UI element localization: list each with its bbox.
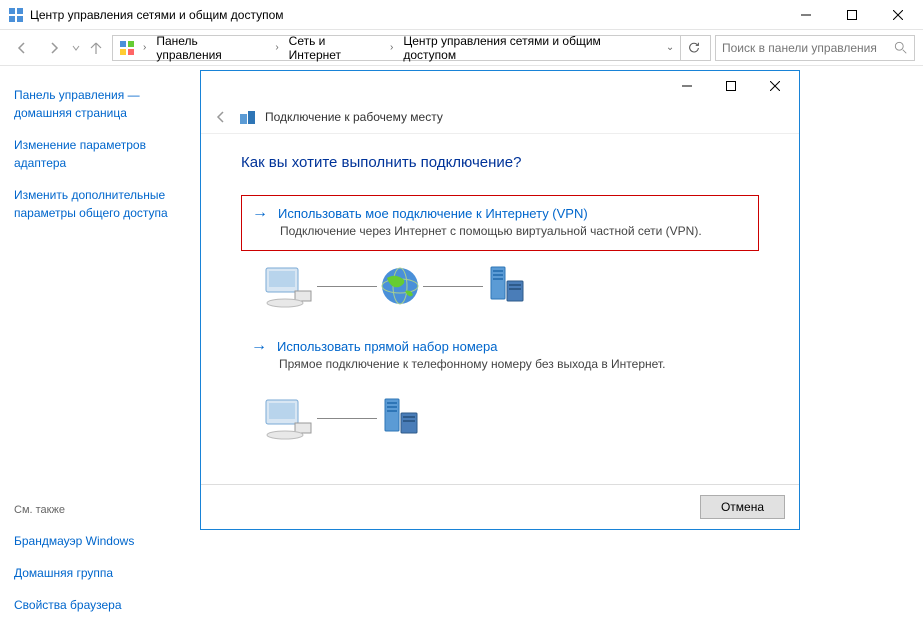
dialog-back-button[interactable] — [211, 107, 231, 127]
option-dial-desc: Прямое подключение к телефонному номеру … — [279, 357, 749, 371]
minimize-button[interactable] — [783, 0, 829, 30]
dialog-maximize-button[interactable] — [709, 72, 753, 100]
diagram-dial — [261, 395, 759, 441]
option-vpn[interactable]: → Использовать мое подключение к Интерне… — [241, 195, 759, 251]
dialog-footer: Отмена — [201, 484, 799, 529]
dialog-titlebar — [201, 71, 799, 101]
window-controls — [783, 0, 921, 30]
server-icon — [483, 263, 529, 309]
cancel-button[interactable]: Отмена — [700, 495, 785, 519]
nav-up-button[interactable] — [84, 36, 108, 60]
nav-forward-button[interactable] — [40, 34, 68, 62]
arrow-right-icon: → — [251, 337, 267, 355]
dialog-question: Как вы хотите выполнить подключение? — [241, 154, 759, 171]
window-titlebar: Центр управления сетями и общим доступом — [0, 0, 923, 30]
sidebar-link-homegroup[interactable]: Домашняя группа — [14, 564, 186, 582]
dialog-minimize-button[interactable] — [665, 72, 709, 100]
computer-icon — [261, 395, 317, 441]
sidebar: Панель управления — домашняя страница Из… — [0, 66, 200, 634]
dialog-body: Как вы хотите выполнить подключение? → И… — [201, 134, 799, 484]
breadcrumb-item-current[interactable]: Центр управления сетями и общим доступом — [399, 32, 658, 64]
sidebar-link-firewall[interactable]: Брандмауэр Windows — [14, 532, 186, 550]
app-icon — [8, 7, 24, 23]
breadcrumb[interactable]: › Панель управления › Сеть и Интернет › … — [112, 35, 711, 61]
sidebar-link-adapter[interactable]: Изменение параметров адаптера — [14, 136, 186, 172]
search-input[interactable] — [722, 41, 894, 55]
search-icon — [894, 41, 908, 55]
diagram-vpn — [261, 263, 759, 309]
window-title: Центр управления сетями и общим доступом — [30, 8, 783, 22]
computer-icon — [261, 263, 317, 309]
dialog-close-button[interactable] — [753, 72, 797, 100]
chevron-right-icon: › — [139, 42, 150, 53]
search-box[interactable] — [715, 35, 915, 61]
refresh-button[interactable] — [680, 35, 706, 61]
nav-back-button[interactable] — [8, 34, 36, 62]
option-dial[interactable]: → Использовать прямой набор номера Прямо… — [241, 329, 759, 383]
dialog-title: Подключение к рабочему месту — [265, 110, 443, 124]
globe-icon — [377, 263, 423, 309]
dialog-header: Подключение к рабочему месту — [201, 101, 799, 134]
navbar: › Панель управления › Сеть и Интернет › … — [0, 30, 923, 66]
breadcrumb-item-network[interactable]: Сеть и Интернет — [285, 32, 384, 64]
option-vpn-title: Использовать мое подключение к Интернету… — [278, 206, 588, 221]
option-dial-title: Использовать прямой набор номера — [277, 339, 497, 354]
workplace-icon — [239, 108, 257, 126]
maximize-button[interactable] — [829, 0, 875, 30]
chevron-right-icon: › — [271, 42, 282, 53]
see-also-label: См. также — [14, 504, 186, 516]
control-panel-icon — [119, 40, 135, 56]
chevron-right-icon: › — [386, 42, 397, 53]
sidebar-link-sharing[interactable]: Изменить дополнительные параметры общего… — [14, 186, 186, 222]
sidebar-link-home[interactable]: Панель управления — домашняя страница — [14, 86, 186, 122]
connection-dialog: Подключение к рабочему месту Как вы хоти… — [200, 70, 800, 530]
breadcrumb-item-control-panel[interactable]: Панель управления — [152, 32, 269, 64]
close-button[interactable] — [875, 0, 921, 30]
chevron-down-icon[interactable]: ⌄ — [662, 42, 678, 53]
arrow-right-icon: → — [252, 204, 268, 222]
server-icon — [377, 395, 423, 441]
sidebar-link-browser[interactable]: Свойства браузера — [14, 596, 186, 614]
option-vpn-desc: Подключение через Интернет с помощью вир… — [280, 224, 748, 238]
chevron-down-icon[interactable] — [72, 44, 80, 52]
